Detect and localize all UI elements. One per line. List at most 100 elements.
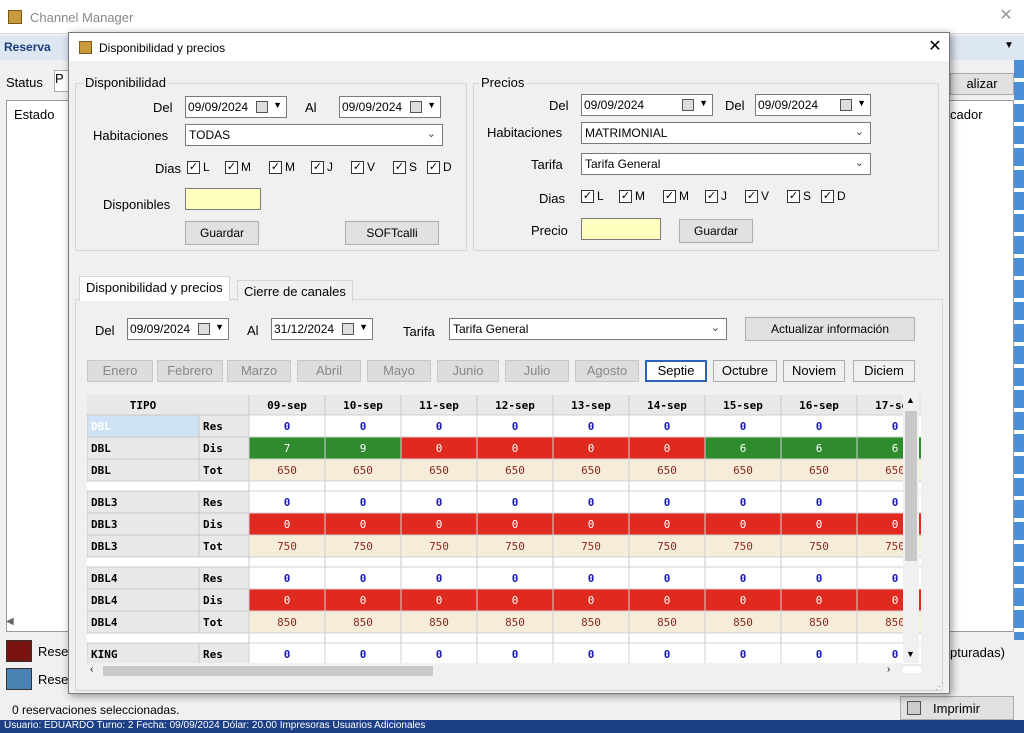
filter-del-date[interactable]: 09/09/2024 ▼ — [127, 318, 229, 340]
filter-al-date[interactable]: 31/12/2024 ▼ — [271, 318, 373, 340]
resize-grip-icon[interactable]: ⋰ — [935, 681, 944, 692]
calendar-icon — [840, 99, 852, 111]
checkbox-checked-icon[interactable]: ✓ — [705, 189, 718, 203]
app-icon — [8, 10, 22, 24]
checkbox-checked-icon[interactable]: ✓ — [351, 160, 364, 174]
day-checkbox-4[interactable]: ✓ V — [745, 189, 769, 203]
day-checkbox-1[interactable]: ✓ M — [225, 160, 251, 174]
checkbox-checked-icon[interactable]: ✓ — [187, 160, 200, 174]
day-checkbox-3[interactable]: ✓ J — [705, 189, 727, 203]
horizontal-scrollbar[interactable]: ‹ › — [87, 663, 903, 679]
month-button-noviem[interactable]: Noviem — [783, 360, 845, 382]
chevron-down-icon[interactable]: ▼ — [427, 100, 436, 110]
day-checkbox-5[interactable]: ✓ S — [393, 160, 417, 174]
chevron-down-icon[interactable]: ▼ — [906, 649, 915, 659]
menu-reservaciones[interactable]: Reserva — [4, 40, 51, 54]
column-header-estado[interactable]: Estado — [14, 107, 54, 122]
checkbox-checked-icon[interactable]: ✓ — [787, 189, 800, 203]
day-checkbox-4[interactable]: ✓ V — [351, 160, 375, 174]
day-checkbox-2[interactable]: ✓ M — [269, 160, 295, 174]
day-checkbox-0[interactable]: ✓ L — [581, 189, 604, 203]
column-header-date: 16-sep — [799, 399, 839, 412]
row-tipo-label: DBL4 — [91, 594, 118, 607]
month-button-abril[interactable]: Abril — [297, 360, 361, 382]
chevron-up-icon[interactable]: ▲ — [906, 395, 915, 405]
month-button-julio[interactable]: Julio — [505, 360, 569, 382]
precio-habitaciones-combo[interactable]: MATRIMONIAL ⌄ — [581, 122, 871, 144]
checkbox-checked-icon[interactable]: ✓ — [225, 160, 238, 174]
month-button-marzo[interactable]: Marzo — [227, 360, 291, 382]
chevron-right-icon[interactable]: › — [887, 664, 890, 675]
grid-cell-value: 850 — [657, 616, 677, 629]
checkbox-checked-icon[interactable]: ✓ — [427, 160, 440, 174]
column-header-buscador[interactable]: cador — [950, 107, 983, 122]
disp-guardar-button[interactable]: Guardar — [185, 221, 259, 245]
day-checkbox-3[interactable]: ✓ J — [311, 160, 333, 174]
disp-del-date[interactable]: 09/09/2024 ▼ — [185, 96, 287, 118]
precio-input[interactable] — [581, 218, 661, 240]
disp-habitaciones-combo[interactable]: TODAS ⌄ — [185, 124, 443, 146]
chevron-down-icon[interactable]: ▼ — [1004, 40, 1014, 51]
grid-cell-value: 650 — [657, 464, 677, 477]
checkbox-checked-icon[interactable]: ✓ — [745, 189, 758, 203]
precio-tarifa-combo[interactable]: Tarifa General ⌄ — [581, 153, 871, 175]
close-icon[interactable]: ✕ — [996, 6, 1016, 26]
scroll-left-icon[interactable]: ◀ — [6, 616, 14, 627]
checkbox-checked-icon[interactable]: ✓ — [311, 160, 324, 174]
precio-guardar-button[interactable]: Guardar — [679, 219, 753, 243]
grid-cell-value: 0 — [588, 648, 595, 661]
grid-cell-value: 650 — [733, 464, 753, 477]
month-button-diciem[interactable]: Diciem — [853, 360, 915, 382]
disp-al-date[interactable]: 09/09/2024 ▼ — [339, 96, 441, 118]
checkbox-checked-icon[interactable]: ✓ — [581, 189, 594, 203]
actualizar-informacion-button[interactable]: Actualizar información — [745, 317, 915, 341]
precio-del-date[interactable]: 09/09/2024 ▼ — [581, 94, 713, 116]
grid-cell-value: 0 — [664, 594, 671, 607]
filter-tarifa-combo[interactable]: Tarifa General ⌄ — [449, 318, 727, 340]
scroll-thumb[interactable] — [103, 666, 433, 676]
disponibles-input[interactable] — [185, 188, 261, 210]
checkbox-checked-icon[interactable]: ✓ — [393, 160, 406, 174]
habitaciones-label: Habitaciones — [93, 128, 169, 143]
scroll-thumb[interactable] — [905, 411, 917, 561]
chevron-down-icon[interactable]: ▼ — [215, 322, 224, 332]
checkbox-checked-icon[interactable]: ✓ — [619, 189, 632, 203]
month-button-agosto[interactable]: Agosto — [575, 360, 639, 382]
checkbox-checked-icon[interactable]: ✓ — [821, 189, 834, 203]
grid-cell-value: 750 — [505, 540, 525, 553]
grid-cell-value: 650 — [353, 464, 373, 477]
grid-cell-value: 650 — [429, 464, 449, 477]
precio-al-date[interactable]: 09/09/2024 ▼ — [755, 94, 871, 116]
month-button-febrero[interactable]: Febrero — [157, 360, 223, 382]
grid-cell-value: 750 — [429, 540, 449, 553]
grid-cell-value: 0 — [436, 442, 443, 455]
day-label: V — [761, 189, 770, 203]
chevron-down-icon[interactable]: ▼ — [359, 322, 368, 332]
month-button-octubre[interactable]: Octubre — [713, 360, 777, 382]
availability-grid[interactable]: TIPO 09-sep 10-sep 11-sep 12-sep 13-sep 14-sep… — [87, 395, 921, 673]
month-button-mayo[interactable]: Mayo — [367, 360, 431, 382]
chevron-down-icon[interactable]: ▼ — [699, 98, 708, 108]
close-icon[interactable]: ✕ — [925, 37, 945, 57]
day-checkbox-1[interactable]: ✓ M — [619, 189, 645, 203]
vertical-scrollbar[interactable]: ▲ ▼ — [903, 395, 919, 663]
month-button-junio[interactable]: Junio — [437, 360, 499, 382]
print-button[interactable]: Imprimir — [900, 696, 1014, 720]
month-button-septie[interactable]: Septie — [645, 360, 707, 382]
chevron-down-icon[interactable]: ▼ — [273, 100, 282, 110]
day-checkbox-5[interactable]: ✓ S — [787, 189, 811, 203]
day-checkbox-6[interactable]: ✓ D — [427, 160, 452, 174]
chevron-left-icon[interactable]: ‹ — [90, 664, 93, 675]
day-checkbox-0[interactable]: ✓ L — [187, 160, 210, 174]
tab-cierre-canales[interactable]: Cierre de canales — [237, 280, 353, 302]
tab-disponibilidad[interactable]: Disponibilidad y precios — [79, 276, 230, 301]
checkbox-checked-icon[interactable]: ✓ — [269, 160, 282, 174]
actualizar-button[interactable]: alizar — [950, 73, 1014, 95]
day-checkbox-6[interactable]: ✓ D — [821, 189, 846, 203]
month-button-enero[interactable]: Enero — [87, 360, 153, 382]
checkbox-checked-icon[interactable]: ✓ — [663, 189, 676, 203]
day-checkbox-2[interactable]: ✓ M — [663, 189, 689, 203]
chevron-down-icon[interactable]: ▼ — [857, 98, 866, 108]
softcalli-button[interactable]: SOFTcalli — [345, 221, 439, 245]
grid-cell-value: 0 — [816, 496, 823, 509]
